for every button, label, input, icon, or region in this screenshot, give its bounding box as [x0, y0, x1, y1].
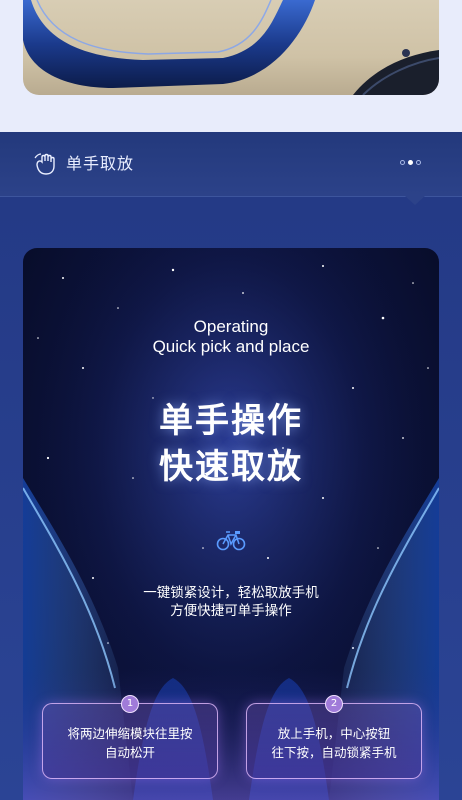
- pager-dot[interactable]: [416, 160, 421, 165]
- carousel-pager[interactable]: [400, 160, 421, 165]
- english-title-line2: Quick pick and place: [152, 337, 310, 356]
- chinese-title-line1: 单手操作: [159, 401, 303, 441]
- step-number-badge: 1: [121, 695, 139, 713]
- hand-grab-icon: [34, 153, 55, 175]
- step-text-line1: 将两边伸缩模块往里按: [67, 726, 193, 741]
- step-text-line2: 自动松开: [104, 745, 155, 760]
- header-notch: [405, 196, 425, 205]
- bicycle-icon: [216, 531, 246, 551]
- step-text: 将两边伸缩模块往里按 自动松开: [43, 724, 217, 762]
- description-line1: 一键锁紧设计，轻松取放手机: [143, 585, 319, 601]
- feature-card: Operating Quick pick and place 单手操作 快速取放…: [23, 248, 439, 800]
- pager-dot[interactable]: [400, 160, 405, 165]
- english-title-line1: Operating: [193, 317, 269, 336]
- product-photo: [23, 0, 439, 95]
- chinese-title-line2: 快速取放: [159, 447, 303, 487]
- step-number-badge: 2: [325, 695, 343, 713]
- step-text: 放上手机，中心按钮 往下按，自动锁紧手机: [247, 724, 421, 762]
- step-card-1: 1 将两边伸缩模块往里按 自动松开: [42, 695, 218, 779]
- section-title: 单手取放: [66, 154, 135, 173]
- section-header: 单手取放: [0, 132, 462, 197]
- step-text-line2: 往下按，自动锁紧手机: [271, 745, 397, 760]
- description-line2: 方便快捷可单手操作: [170, 603, 292, 619]
- pager-dot-active[interactable]: [408, 160, 413, 165]
- step-text-line1: 放上手机，中心按钮: [277, 726, 391, 741]
- step-card-2: 2 放上手机，中心按钮 往下按，自动锁紧手机: [246, 695, 422, 779]
